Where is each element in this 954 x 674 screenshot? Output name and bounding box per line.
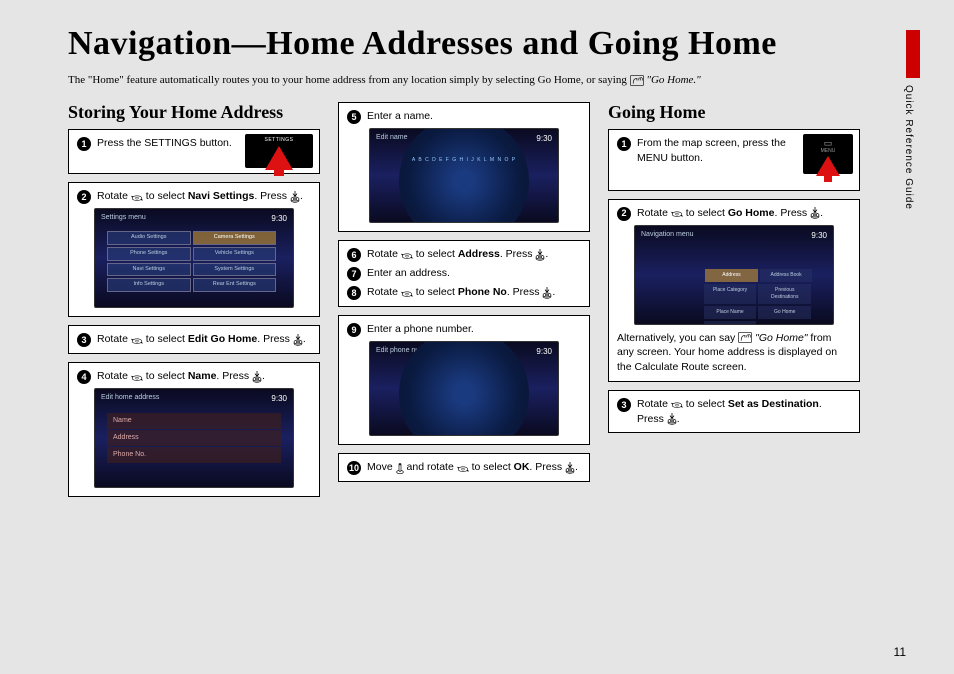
col-going-home: Going Home 1From the map screen, press t… <box>608 102 860 505</box>
screenshot-edit-home: Edit home address9:30 NameAddressPhone N… <box>94 388 294 488</box>
going-step-1-box: 1From the map screen, press the MENU but… <box>608 129 860 190</box>
step-num-2: 2 <box>77 190 91 204</box>
press-icon <box>290 191 300 203</box>
arrow-up-icon <box>816 156 840 176</box>
going-step-2-box: 2 Rotate to select Go Home. Press . Navig… <box>608 199 860 382</box>
col-storing-2: 5 Enter a name. Edit name9:30 A B C D E F… <box>338 102 590 505</box>
rotate-icon <box>131 335 143 345</box>
press-icon <box>535 249 545 261</box>
press-icon <box>542 287 552 299</box>
step-4-box: 4 Rotate to select Name. Press . Edit hom… <box>68 362 320 497</box>
arrow-up-icon <box>265 146 293 170</box>
step-3-text: Rotate to select Edit Go Home. Press . <box>97 332 311 347</box>
press-icon <box>565 462 575 474</box>
settings-button-graphic: SETTINGS <box>245 134 313 168</box>
step-5-text: Enter a name. <box>367 109 581 124</box>
step-8-text: Rotate to select Phone No. Press . <box>367 285 581 300</box>
step-3-box: 3 Rotate to select Edit Go Home. Press . <box>68 325 320 354</box>
step-num-g1: 1 <box>617 137 631 151</box>
step-6-text: Rotate to select Address. Press . <box>367 247 581 262</box>
step-10-text: Move and rotate to select OK. Press . <box>367 460 581 475</box>
rotate-icon <box>401 250 413 260</box>
columns: Storing Your Home Address 1Press the SET… <box>68 102 860 505</box>
step-num-9: 9 <box>347 323 361 337</box>
step-9-box: 9 Enter a phone number. Edit phone number… <box>338 315 590 445</box>
step-2-box: 2 Rotate to select Navi Settings. Press .… <box>68 182 320 317</box>
voice-icon <box>738 332 752 343</box>
going-alt-text: Alternatively, you can say "Go Home" fro… <box>617 331 851 375</box>
rotate-icon <box>457 463 469 473</box>
page-number: 11 <box>894 645 906 659</box>
move-icon <box>396 462 404 474</box>
screenshot-settings-menu: Settings menu9:30 Audio SettingsCamera S… <box>94 208 294 308</box>
rotate-icon <box>131 372 143 382</box>
step-9-text: Enter a phone number. <box>367 322 581 337</box>
step-678-box: 6 Rotate to select Address. Press . 7 Ente… <box>338 240 590 307</box>
step-num-4: 4 <box>77 370 91 384</box>
step-7-text: Enter an address. <box>367 266 581 281</box>
step-2-text: Rotate to select Navi Settings. Press . <box>97 189 311 204</box>
press-icon <box>293 334 303 346</box>
press-icon <box>667 413 677 425</box>
step-num-6: 6 <box>347 248 361 262</box>
step-5-box: 5 Enter a name. Edit name9:30 A B C D E F… <box>338 102 590 232</box>
screenshot-edit-name: Edit name9:30 A B C D E F G H I J K L M … <box>369 128 559 223</box>
page-title: Navigation—Home Addresses and Going Home <box>68 25 920 63</box>
going-step-2-text: Rotate to select Go Home. Press . <box>637 206 851 221</box>
screenshot-nav-menu: Navigation menu9:30 - Address Address Bo… <box>634 225 834 325</box>
manual-page: Quick Reference Guide Navigation—Home Ad… <box>30 5 920 665</box>
press-icon <box>810 207 820 219</box>
press-icon <box>252 371 262 383</box>
step-4-text: Rotate to select Name. Press . <box>97 369 311 384</box>
step-num-g2: 2 <box>617 207 631 221</box>
screenshot-edit-phone: Edit phone number9:30 <box>369 341 559 436</box>
step-num-10: 10 <box>347 461 361 475</box>
rotate-icon <box>671 399 683 409</box>
side-label: Quick Reference Guide <box>902 85 914 210</box>
step-num-7: 7 <box>347 267 361 281</box>
going-step-3-box: 3 Rotate to select Set as Destination. Pr… <box>608 390 860 433</box>
heading-storing: Storing Your Home Address <box>68 102 320 123</box>
step-num-3: 3 <box>77 333 91 347</box>
step-num-g3: 3 <box>617 398 631 412</box>
intro-text: The "Home" feature automatically routes … <box>68 73 850 88</box>
going-step-3-text: Rotate to select Set as Destination. Pre… <box>637 397 851 426</box>
section-tab <box>906 30 920 78</box>
step-num-5: 5 <box>347 110 361 124</box>
step-10-box: 10 Move and rotate to select OK. Press . <box>338 453 590 482</box>
step-num-8: 8 <box>347 286 361 300</box>
col-storing-1: Storing Your Home Address 1Press the SET… <box>68 102 320 505</box>
step-num-1: 1 <box>77 137 91 151</box>
voice-icon <box>630 75 644 86</box>
heading-going: Going Home <box>608 102 860 123</box>
menu-button-graphic: ▭MENU <box>803 134 853 174</box>
rotate-icon <box>671 208 683 218</box>
rotate-icon <box>131 192 143 202</box>
rotate-icon <box>401 288 413 298</box>
step-1-box: 1Press the SETTINGS button. SETTINGS <box>68 129 320 174</box>
